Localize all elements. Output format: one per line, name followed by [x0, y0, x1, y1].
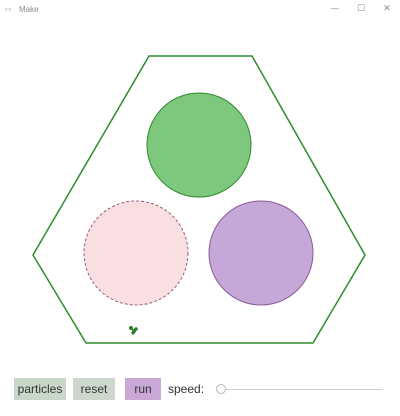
title-bar: ▭ Make — ☐ ✕: [0, 0, 400, 18]
particle: [129, 326, 133, 330]
speed-slider-thumb[interactable]: [216, 384, 226, 394]
simulation-canvas[interactable]: [0, 18, 400, 364]
speed-label: speed:: [168, 382, 205, 396]
speed-slider-track[interactable]: [221, 389, 383, 390]
run-button[interactable]: run: [125, 378, 161, 400]
particles-button[interactable]: particles: [14, 378, 66, 400]
maximize-button[interactable]: ☐: [348, 0, 374, 18]
purple-circle: [208, 200, 314, 306]
minimize-button[interactable]: —: [322, 0, 348, 18]
window-title: Make: [19, 4, 39, 14]
close-button[interactable]: ✕: [374, 0, 400, 18]
particle-cluster: [129, 326, 138, 335]
pink-circle: [83, 200, 189, 306]
window-controls: — ☐ ✕: [322, 0, 400, 18]
green-circle: [146, 92, 252, 198]
reset-button[interactable]: reset: [73, 378, 115, 400]
particle: [134, 327, 138, 331]
app-icon: ▭: [5, 5, 12, 13]
particle: [131, 331, 135, 335]
control-bar: particles reset run speed:: [0, 376, 400, 402]
